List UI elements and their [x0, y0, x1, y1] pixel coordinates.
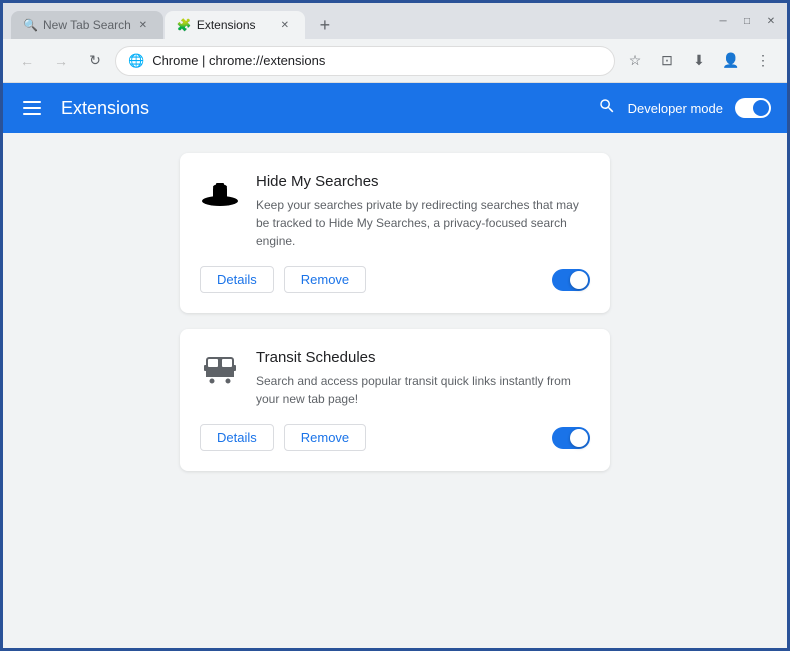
developer-mode-toggle[interactable] — [735, 98, 771, 118]
extension-name-2: Transit Schedules — [256, 349, 590, 366]
tab-close-extensions[interactable]: ✕ — [277, 17, 293, 33]
tabs-area: 🔍 New Tab Search ✕ 🧩 Extensions ✕ + — [11, 3, 707, 39]
tab-new-tab-title: New Tab Search — [43, 18, 131, 32]
hamburger-line-3 — [23, 113, 41, 115]
extension-card-top-1: Hide My Searches Keep your searches priv… — [200, 173, 590, 250]
browser-window: 🔍 New Tab Search ✕ 🧩 Extensions ✕ + ─ □ — [3, 3, 787, 648]
extensions-header-left: Extensions — [19, 97, 149, 119]
address-path: chrome://extensions — [209, 53, 325, 68]
window-controls: ─ □ ✕ — [715, 13, 779, 29]
extension-desc-2: Search and access popular transit quick … — [256, 372, 590, 408]
cast-icon[interactable]: ⊡ — [653, 47, 681, 75]
extension-info-2: Transit Schedules Search and access popu… — [256, 349, 590, 408]
profile-icon[interactable]: 👤 — [717, 47, 745, 75]
tab-close-new-tab[interactable]: ✕ — [135, 17, 151, 33]
tab-new-tab-search[interactable]: 🔍 New Tab Search ✕ — [11, 11, 163, 39]
tab-extensions-title: Extensions — [197, 18, 273, 32]
browser-menu-icon[interactable]: ⋮ — [749, 47, 777, 75]
extension-card-top-2: Transit Schedules Search and access popu… — [200, 349, 590, 408]
reload-button[interactable]: ↻ — [81, 47, 109, 75]
extensions-header: Extensions Developer mode — [3, 83, 787, 133]
extension-info-1: Hide My Searches Keep your searches priv… — [256, 173, 590, 250]
bookmark-icon[interactable]: ☆ — [621, 47, 649, 75]
maximize-button[interactable]: □ — [739, 13, 755, 29]
close-button[interactable]: ✕ — [763, 13, 779, 29]
address-bar[interactable]: 🌐 Chrome | chrome://extensions — [115, 46, 615, 76]
extension-toggle-1[interactable] — [552, 269, 590, 291]
extension-desc-1: Keep your searches private by redirectin… — [256, 196, 590, 250]
hamburger-line-1 — [23, 101, 41, 103]
extension-card-transit-schedules: Transit Schedules Search and access popu… — [180, 329, 610, 471]
new-tab-button[interactable]: + — [311, 11, 339, 39]
extension-remove-button-1[interactable]: Remove — [284, 266, 366, 293]
extension-remove-button-2[interactable]: Remove — [284, 424, 366, 451]
extension-icon-transit-schedules — [200, 349, 240, 389]
extension-card-hide-my-searches: Hide My Searches Keep your searches priv… — [180, 153, 610, 313]
address-separator: | — [198, 53, 209, 68]
hamburger-menu[interactable] — [19, 97, 45, 119]
extensions-page-title: Extensions — [61, 98, 149, 119]
address-protocol: Chrome — [152, 53, 198, 68]
minimize-button[interactable]: ─ — [715, 13, 731, 29]
download-icon[interactable]: ⬇ — [685, 47, 713, 75]
back-button[interactable]: ← — [13, 47, 41, 75]
extensions-search-button[interactable] — [598, 97, 616, 120]
tab-extensions-icon: 🧩 — [177, 18, 191, 32]
tab-search-icon: 🔍 — [23, 18, 37, 32]
extension-card-bottom-2: Details Remove — [200, 424, 590, 451]
title-bar: 🔍 New Tab Search ✕ 🧩 Extensions ✕ + ─ □ — [3, 3, 787, 39]
extension-toggle-2[interactable] — [552, 427, 590, 449]
extensions-header-right: Developer mode — [598, 97, 771, 120]
extension-details-button-1[interactable]: Details — [200, 266, 274, 293]
developer-mode-label: Developer mode — [628, 101, 723, 116]
extension-details-button-2[interactable]: Details — [200, 424, 274, 451]
extension-card-bottom-1: Details Remove — [200, 266, 590, 293]
extension-icon-hide-my-searches — [200, 173, 240, 213]
extension-name-1: Hide My Searches — [256, 173, 590, 190]
toolbar-icons: ☆ ⊡ ⬇ 👤 ⋮ — [621, 47, 777, 75]
forward-button[interactable]: → — [47, 47, 75, 75]
globe-icon: 🌐 — [128, 53, 144, 69]
address-text: Chrome | chrome://extensions — [152, 53, 325, 68]
tab-extensions[interactable]: 🧩 Extensions ✕ — [165, 11, 305, 39]
extensions-content: RISC.COM Hide My Searches Keep your sear… — [3, 133, 787, 648]
browser-toolbar: ← → ↻ 🌐 Chrome | chrome://extensions ☆ ⊡… — [3, 39, 787, 83]
new-tab-icon: + — [320, 15, 331, 36]
hamburger-line-2 — [23, 107, 41, 109]
